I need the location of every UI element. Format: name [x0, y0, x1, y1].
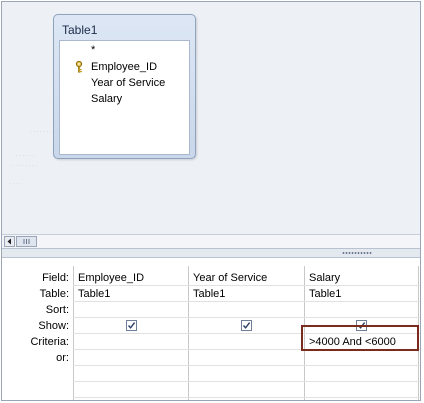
table1-field-list-window[interactable]: Table1 * Employee_ID Year of Service Sal… [53, 14, 196, 159]
row-label-field: Field: [42, 272, 69, 284]
faint-background-artifact: . . . . . . [16, 152, 35, 158]
scroll-left-button[interactable] [4, 236, 15, 247]
pane-splitter[interactable] [2, 248, 420, 258]
table-cell-employee-id[interactable]: Table1 [74, 286, 110, 302]
primary-key-icon [75, 60, 85, 73]
row-divider [73, 301, 420, 302]
table-cell-year-of-service[interactable]: Table1 [189, 286, 225, 302]
row-label-table: Table: [39, 288, 69, 300]
table-design-area[interactable]: . . . . . . . . . . . . . . . . . . . . … [2, 2, 420, 234]
field-cell-salary[interactable]: Salary [305, 270, 340, 286]
splitter-grip-icon[interactable] [342, 252, 372, 254]
row-divider [73, 397, 420, 398]
scroll-thumb[interactable] [16, 236, 37, 247]
grip-lines-icon [23, 239, 30, 244]
faint-background-artifact: . . . . [10, 180, 22, 186]
arrow-left-icon [7, 238, 11, 245]
field-item-year-of-service[interactable]: Year of Service [91, 75, 165, 91]
field-item-salary[interactable]: Salary [91, 91, 122, 107]
faint-background-artifact: . . . . . . . . [12, 162, 38, 168]
show-checkbox-year-of-service[interactable] [241, 320, 252, 331]
row-label-or: or: [56, 352, 69, 364]
row-label-show: Show: [38, 320, 69, 332]
row-divider [73, 365, 420, 366]
row-label-sort: Sort: [45, 304, 69, 316]
checkmark-icon [127, 322, 136, 329]
field-item-all[interactable]: * [91, 42, 95, 58]
table-cell-salary[interactable]: Table1 [305, 286, 341, 302]
row-label-criteria: Criteria: [30, 336, 69, 348]
field-item-employee-id[interactable]: Employee_ID [91, 59, 157, 75]
checkmark-icon [242, 322, 251, 329]
field-cell-employee-id[interactable]: Employee_ID [74, 270, 144, 286]
row-divider [73, 317, 420, 318]
criteria-highlight-box [301, 325, 419, 351]
table-title: Table1 [62, 23, 98, 37]
row-divider [73, 381, 420, 382]
field-cell-year-of-service[interactable]: Year of Service [189, 270, 267, 286]
show-checkbox-employee-id[interactable] [126, 320, 137, 331]
horizontal-scrollbar[interactable] [2, 234, 420, 248]
field-list[interactable]: * Employee_ID Year of Service Salary [59, 40, 190, 155]
